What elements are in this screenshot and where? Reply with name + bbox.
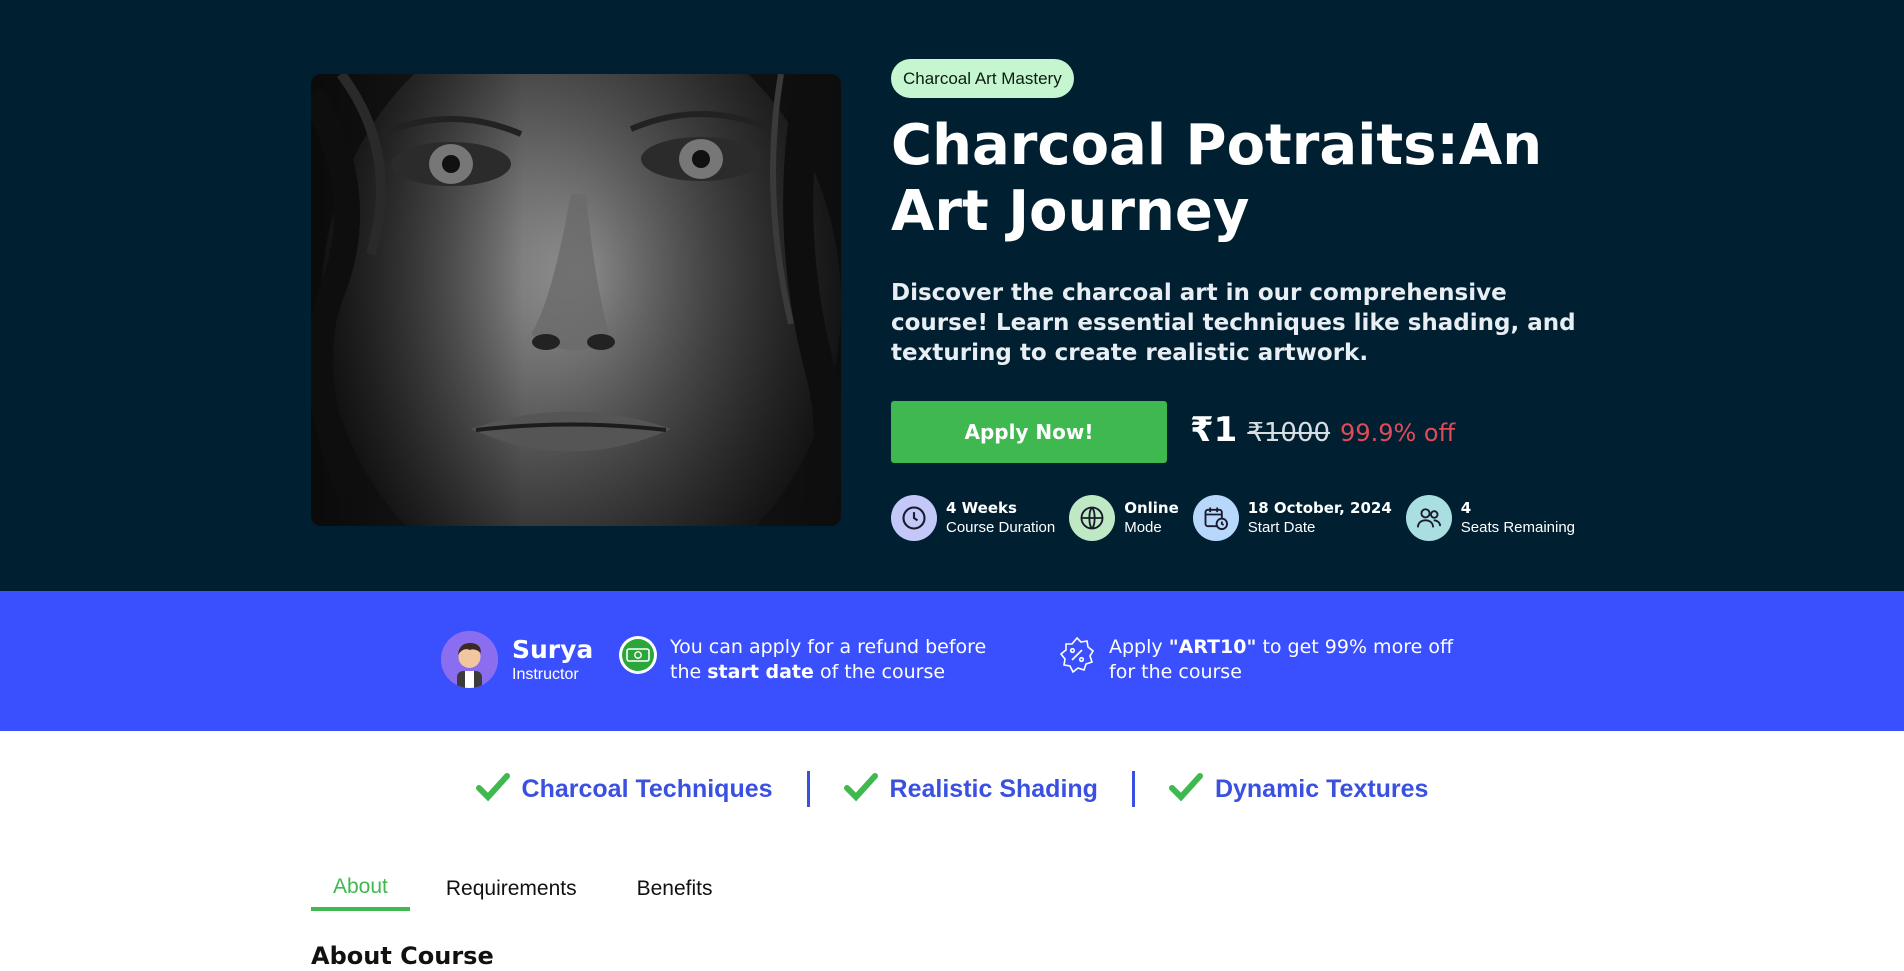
- hero-section: Charcoal Art Mastery Charcoal Potraits:A…: [0, 0, 1904, 591]
- info-label: Start Date: [1247, 519, 1316, 536]
- info-seats: 4 Seats Remaining: [1405, 495, 1576, 541]
- clock-icon: [891, 495, 937, 541]
- highlight-label: Charcoal Techniques: [521, 774, 773, 803]
- check-icon: [843, 772, 878, 806]
- info-label: Mode: [1124, 519, 1162, 536]
- price-current: ₹1: [1190, 410, 1238, 450]
- promo-text: Apply: [1109, 636, 1163, 658]
- instructor-card: Surya Instructor: [441, 631, 593, 688]
- price-original: ₹1000: [1247, 418, 1331, 448]
- tab-benefits[interactable]: Benefits: [615, 866, 735, 911]
- info-value: 4 Weeks: [946, 499, 1017, 517]
- category-badge: Charcoal Art Mastery: [891, 59, 1074, 98]
- highlight-label: Dynamic Textures: [1214, 774, 1429, 803]
- refund-text-end: of the course: [819, 661, 946, 683]
- calendar-clock-icon: [1192, 495, 1239, 541]
- info-value: 18 October, 2024: [1247, 499, 1392, 517]
- course-title: Charcoal Potraits:An Art Journey: [891, 113, 1543, 244]
- instructor-band: Surya Instructor You can apply for a ref…: [0, 591, 1904, 731]
- refund-money-icon: [618, 635, 658, 675]
- charcoal-portrait-illustration: [311, 74, 841, 526]
- info-mode: Online Mode: [1069, 495, 1179, 541]
- course-description: Discover the charcoal art in our compreh…: [891, 280, 1576, 366]
- info-label: Seats Remaining: [1460, 519, 1576, 536]
- tab-requirements[interactable]: Requirements: [424, 866, 599, 911]
- instructor-role: Instructor: [512, 665, 579, 683]
- info-duration: 4 Weeks Course Duration: [891, 495, 1055, 541]
- highlight-item: Dynamic Textures: [1135, 772, 1463, 806]
- instructor-name: Surya: [512, 634, 594, 664]
- tab-about[interactable]: About: [311, 866, 410, 911]
- course-info-row: 4 Weeks Course Duration Online Mode 18 O…: [891, 494, 1575, 542]
- highlight-item: Charcoal Techniques: [442, 772, 807, 806]
- info-start-date: 18 October, 2024 Start Date: [1192, 495, 1392, 541]
- course-highlights: Charcoal Techniques Realistic Shading Dy…: [0, 731, 1904, 847]
- avatar: [441, 631, 498, 688]
- discount-badge-icon: [1057, 635, 1097, 675]
- users-icon: [1405, 495, 1452, 541]
- about-course-heading: About Course: [311, 942, 494, 970]
- highlight-item: Realistic Shading: [810, 772, 1132, 806]
- price-discount: 99.9% off: [1340, 419, 1456, 447]
- highlight-label: Realistic Shading: [889, 774, 1098, 803]
- price-row: ₹1 ₹1000 99.9% off: [1190, 410, 1455, 454]
- promo-code: "ART10": [1168, 636, 1257, 658]
- check-icon: [475, 772, 510, 806]
- info-label: Course Duration: [946, 519, 1056, 536]
- course-image: [311, 74, 841, 526]
- check-icon: [1168, 772, 1203, 806]
- promo-info: Apply "ART10" to get 99% more off for th…: [1057, 635, 1457, 685]
- refund-bold-text: start date: [707, 661, 814, 683]
- info-value: Online: [1124, 499, 1179, 517]
- apply-now-button[interactable]: Apply Now!: [891, 401, 1167, 463]
- info-value: 4: [1460, 499, 1472, 517]
- globe-icon: [1069, 495, 1116, 541]
- course-tabs: About Requirements Benefits: [311, 866, 751, 911]
- refund-info: You can apply for a refund before the st…: [618, 635, 998, 685]
